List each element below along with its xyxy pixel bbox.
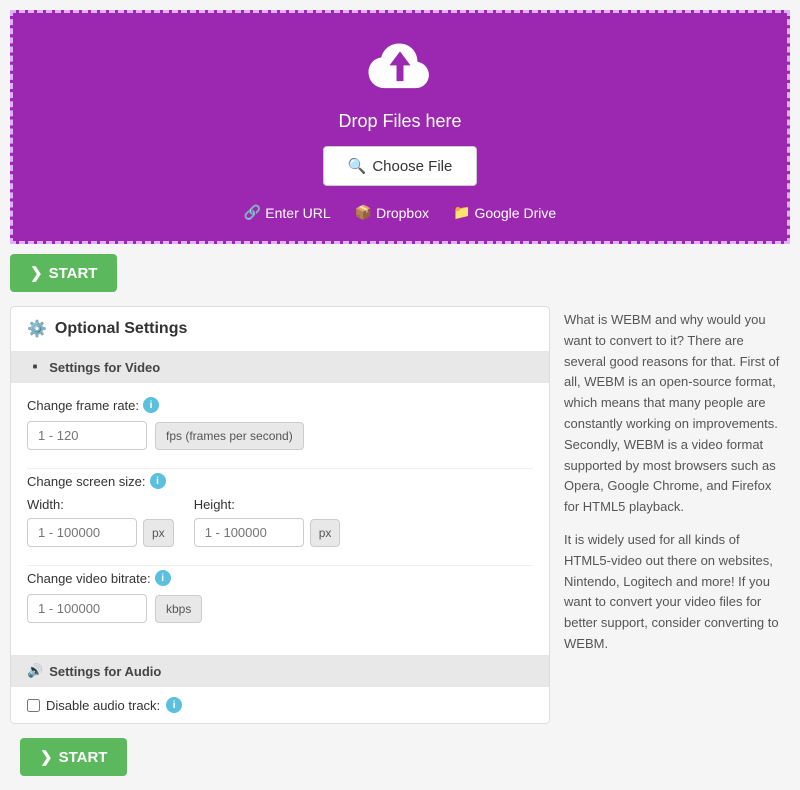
enter-url-link[interactable]: 🔗 Enter URL xyxy=(244,204,331,221)
upload-cloud-icon xyxy=(365,33,435,103)
screen-size-label: Change screen size: i xyxy=(27,473,533,489)
frame-rate-input[interactable] xyxy=(27,421,147,450)
dropbox-icon: 📦 xyxy=(355,204,372,221)
width-field: Width: px xyxy=(27,497,174,547)
drive-icon: 📁 xyxy=(453,204,470,221)
chevron-icon: ❯ xyxy=(30,264,43,282)
bitrate-label: Change video bitrate: i xyxy=(27,570,533,586)
height-input[interactable] xyxy=(194,518,304,547)
width-label: Width: xyxy=(27,497,174,512)
video-section-header: ▪️ Settings for Video xyxy=(11,351,549,383)
width-input-row: px xyxy=(27,518,174,547)
disable-audio-checkbox[interactable] xyxy=(27,699,40,712)
drop-files-text: Drop Files here xyxy=(338,111,461,132)
dropbox-link[interactable]: 📦 Dropbox xyxy=(355,204,429,221)
disable-audio-label: Disable audio track: xyxy=(46,698,160,713)
disable-audio-info-icon[interactable]: i xyxy=(166,697,182,713)
width-input[interactable] xyxy=(27,518,137,547)
google-drive-link[interactable]: 📁 Google Drive xyxy=(453,204,556,221)
frame-rate-unit: fps (frames per second) xyxy=(155,422,304,450)
height-label: Height: xyxy=(194,497,341,512)
bitrate-input[interactable] xyxy=(27,594,147,623)
info-paragraph-1: What is WEBM and why would you want to c… xyxy=(564,310,786,518)
frame-rate-input-row: fps (frames per second) xyxy=(27,421,533,450)
frame-rate-group: Change frame rate: i fps (frames per sec… xyxy=(27,397,533,450)
height-input-row: px xyxy=(194,518,341,547)
search-icon: 🔍 xyxy=(348,157,367,175)
frame-rate-label: Change frame rate: i xyxy=(27,397,533,413)
divider-1 xyxy=(27,468,533,469)
height-unit: px xyxy=(310,519,341,547)
screen-size-row: Width: px Height: px xyxy=(27,497,533,547)
settings-panel: ⚙️ Optional Settings ▪️ Settings for Vid… xyxy=(10,306,550,724)
bitrate-unit: kbps xyxy=(155,595,202,623)
info-paragraph-2: It is widely used for all kinds of HTML5… xyxy=(564,530,786,655)
audio-icon: 🔊 xyxy=(27,663,43,679)
settings-title: ⚙️ Optional Settings xyxy=(11,307,549,351)
drop-zone[interactable]: Drop Files here 🔍 Choose File 🔗 Enter UR… xyxy=(10,10,790,244)
chevron-icon-bottom: ❯ xyxy=(40,748,53,766)
bitrate-group: Change video bitrate: i kbps xyxy=(27,570,533,623)
choose-file-button[interactable]: 🔍 Choose File xyxy=(323,146,478,186)
screen-size-group: Change screen size: i Width: px Height: xyxy=(27,473,533,547)
choose-file-label: Choose File xyxy=(372,158,452,175)
divider-2 xyxy=(27,565,533,566)
disable-audio-row: Disable audio track: i xyxy=(11,687,549,723)
info-panel: What is WEBM and why would you want to c… xyxy=(560,306,790,724)
video-icon: ▪️ xyxy=(27,359,43,375)
bitrate-info-icon[interactable]: i xyxy=(155,570,171,586)
gear-icon: ⚙️ xyxy=(27,319,47,339)
file-links-row: 🔗 Enter URL 📦 Dropbox 📁 Google Drive xyxy=(244,204,556,221)
start-button-top[interactable]: ❯ START xyxy=(10,254,117,292)
main-content: ⚙️ Optional Settings ▪️ Settings for Vid… xyxy=(10,306,790,724)
bitrate-input-row: kbps xyxy=(27,594,533,623)
height-field: Height: px xyxy=(194,497,341,547)
link-icon: 🔗 xyxy=(244,204,261,221)
audio-section-header: 🔊 Settings for Audio xyxy=(11,655,549,687)
screen-size-info-icon[interactable]: i xyxy=(150,473,166,489)
width-unit: px xyxy=(143,519,174,547)
video-section-body: Change frame rate: i fps (frames per sec… xyxy=(11,383,549,655)
frame-rate-info-icon[interactable]: i xyxy=(143,397,159,413)
